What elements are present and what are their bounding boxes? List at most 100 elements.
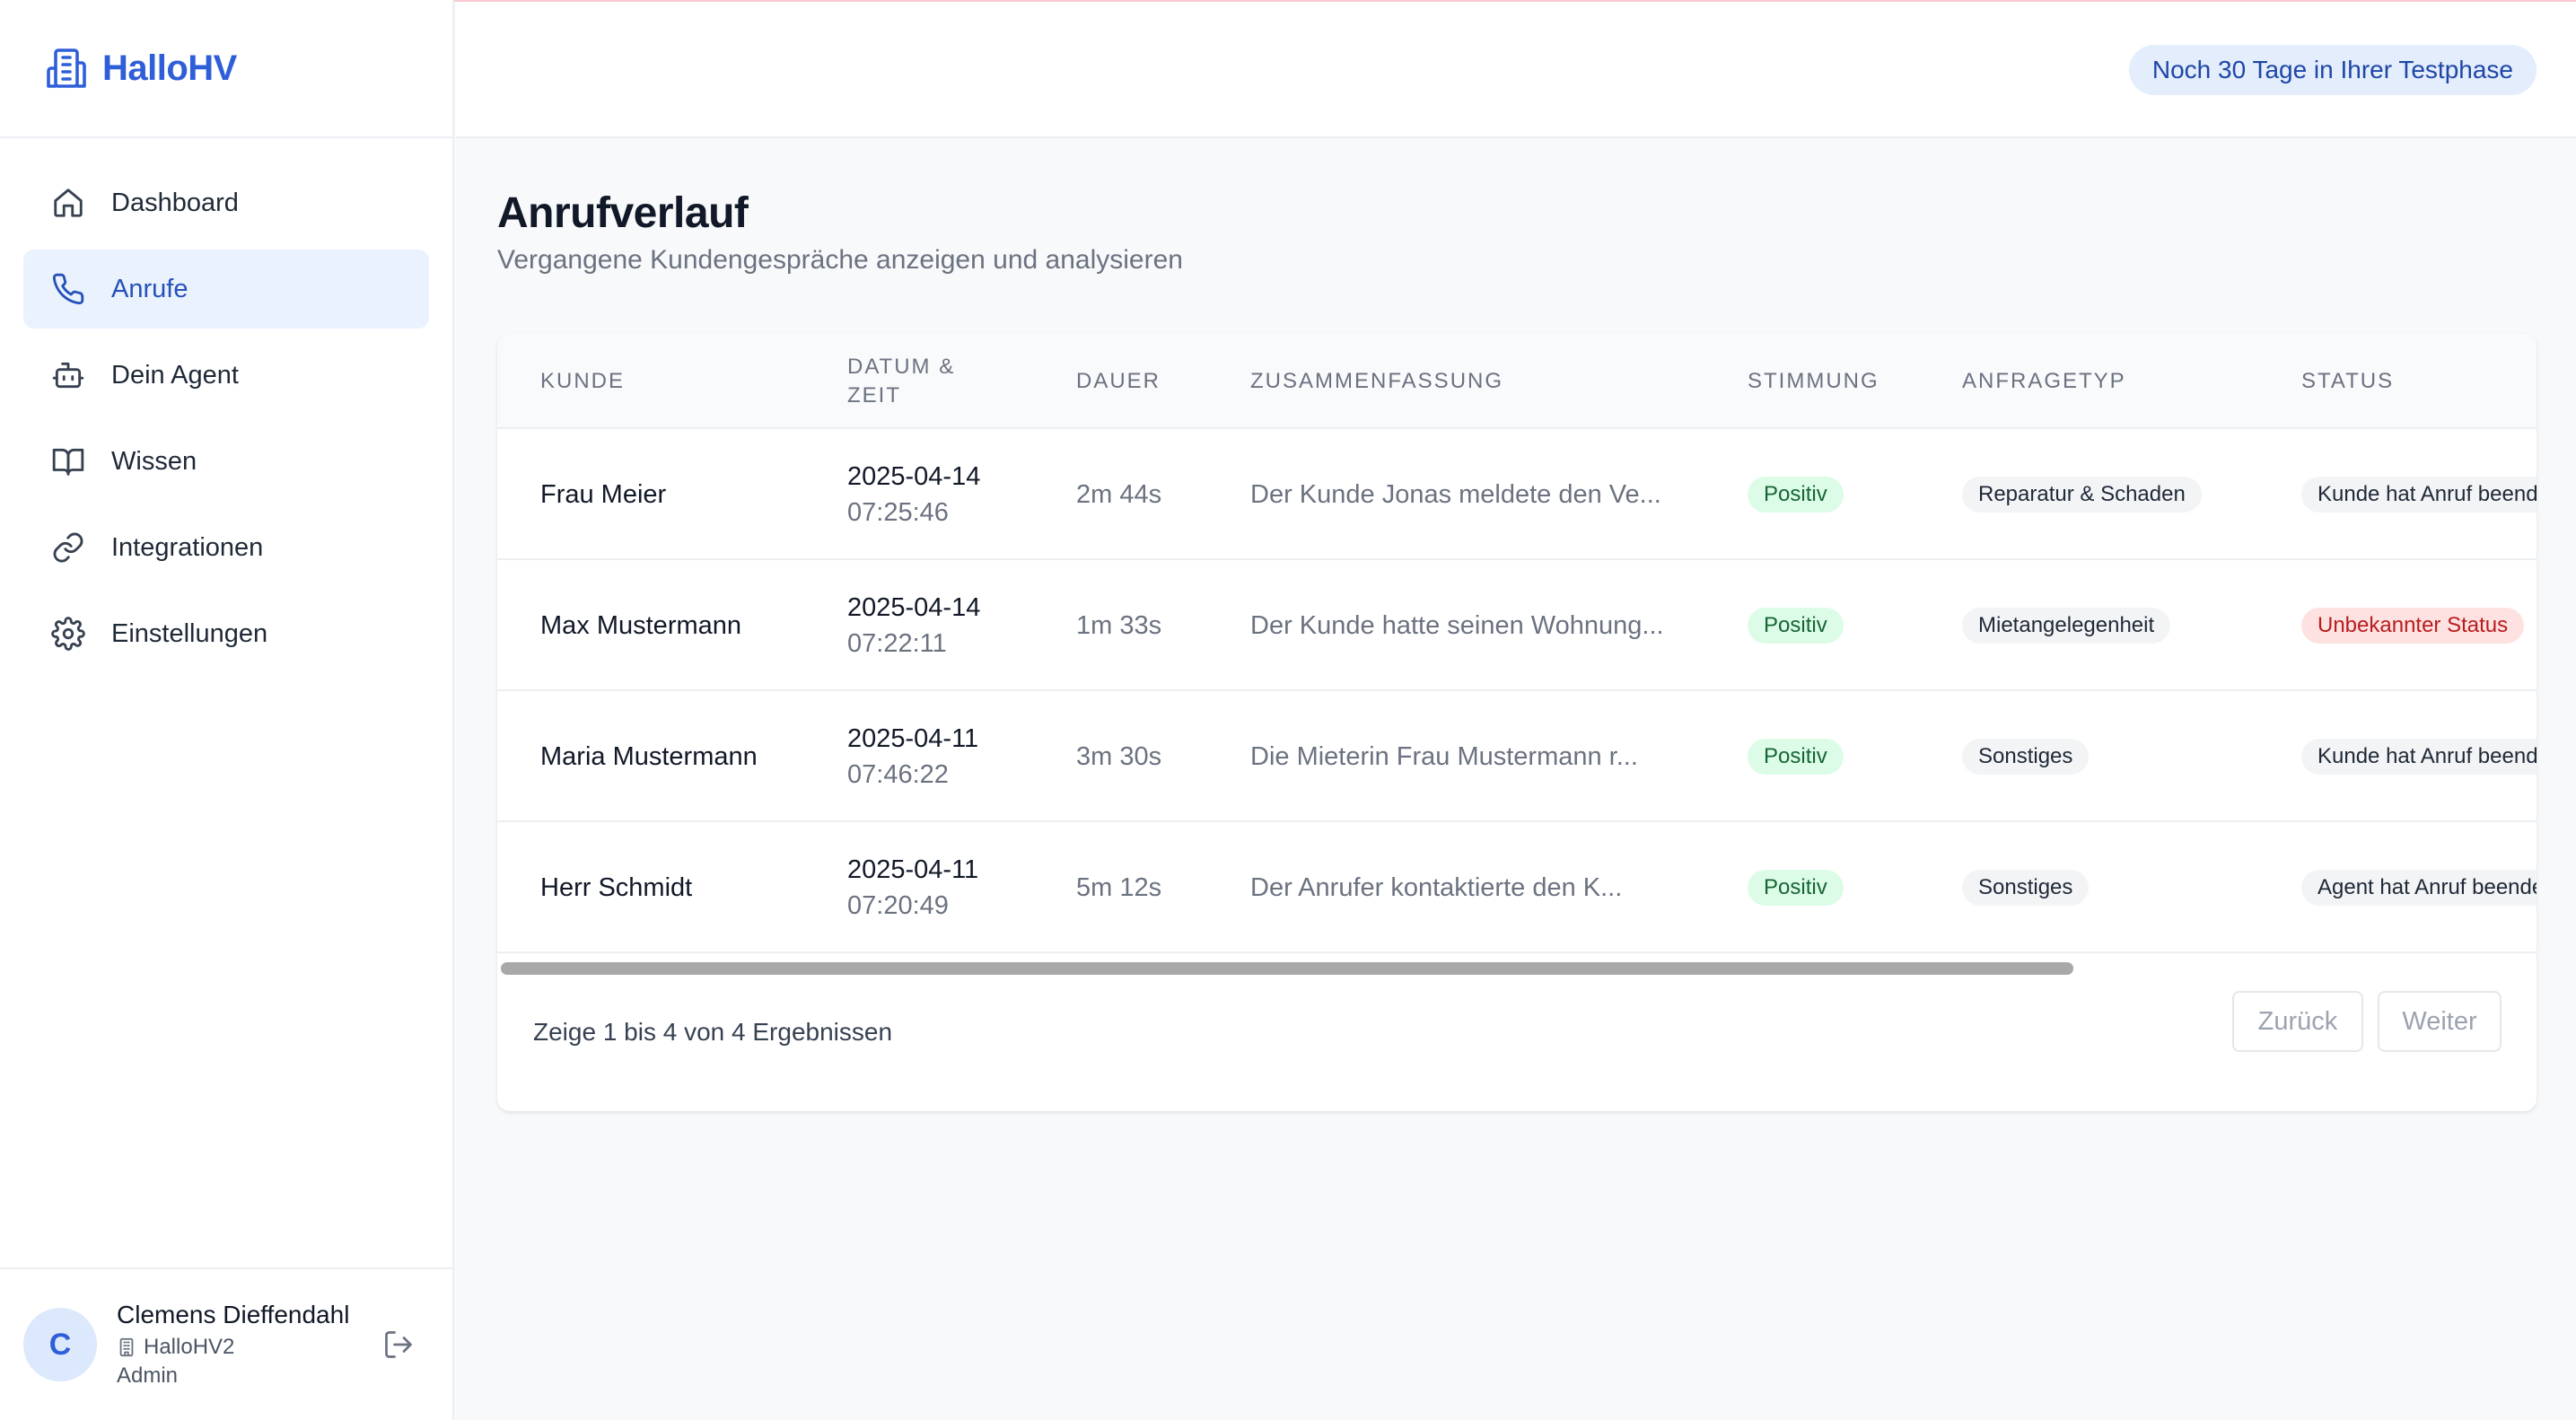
cell-time: 07:22:11 [847, 629, 947, 658]
calls-table-card: KUNDE DATUM & ZEIT DAUER ZUSAMMENFASSUNG… [497, 334, 2537, 1111]
status-badge: Agent hat Anruf beendet [2301, 870, 2537, 906]
cell-date: 2025-04-11 [847, 724, 979, 753]
cell-time: 07:46:22 [847, 760, 949, 789]
trial-badge[interactable]: Noch 30 Tage in Ihrer Testphase [2128, 45, 2537, 95]
user-org-name: HalloHV2 [144, 1335, 235, 1359]
cell-dauer: 5m 12s [1076, 872, 1162, 902]
cell-summary: Der Kunde Jonas meldete den Ve... [1250, 479, 1661, 509]
cell-dauer: 2m 44s [1076, 479, 1162, 509]
sidebar-item-dashboard[interactable]: Dashboard [23, 163, 429, 242]
column-header-datum[interactable]: DATUM & ZEIT [847, 334, 955, 429]
sidebar-item-label: Wissen [111, 446, 197, 476]
cell-time: 07:20:49 [847, 891, 949, 920]
type-badge: Sonstiges [1962, 739, 2090, 775]
user-name: Clemens Dieffendahl [117, 1301, 350, 1328]
cell-status: Unbekannter Status [2301, 560, 2525, 691]
user-org: HalloHV2 [117, 1335, 349, 1360]
sidebar-nav: Dashboard Anrufe Dein Agent Wissen Integ… [0, 138, 452, 673]
cell-anfragetyp: Reparatur & Schaden [1962, 429, 2202, 560]
building-icon [117, 1337, 136, 1357]
cell-dauer: 3m 30s [1076, 741, 1162, 771]
cell-summary: Der Anrufer kontaktierte den K... [1250, 872, 1623, 902]
sentiment-badge: Positiv [1748, 608, 1844, 644]
results-count: Zeige 1 bis 4 von 4 Ergebnissen [533, 1018, 893, 1046]
column-header-anfragetyp[interactable]: ANFRAGETYP [1962, 334, 2126, 429]
column-header-zusammenfassung[interactable]: ZUSAMMENFASSUNG [1250, 334, 1503, 429]
cell-datum: 2025-04-11 07:20:49 [847, 822, 978, 953]
type-badge: Sonstiges [1962, 870, 2090, 906]
sidebar-item-anrufe[interactable]: Anrufe [23, 250, 429, 329]
sidebar-item-label: Einstellungen [111, 618, 268, 648]
logout-icon[interactable] [382, 1328, 418, 1364]
sidebar-item-label: Integrationen [111, 532, 264, 562]
column-header-dauer[interactable]: DAUER [1076, 334, 1161, 429]
sentiment-badge: Positiv [1748, 477, 1844, 513]
robot-icon [50, 357, 86, 393]
cell-dauer: 1m 33s [1076, 610, 1162, 640]
cell-anfragetyp: Mietangelegenheit [1962, 560, 2171, 691]
status-badge: Kunde hat Anruf beendet [2301, 477, 2537, 513]
cell-stimmung: Positiv [1748, 822, 1844, 953]
cell-status: Agent hat Anruf beendet [2301, 822, 2537, 953]
user-role: Admin [117, 1363, 179, 1388]
phone-icon [50, 271, 86, 307]
table-horizontal-scrollbar[interactable] [497, 953, 2537, 978]
back-button[interactable]: Zurück [2232, 991, 2363, 1052]
sentiment-badge: Positiv [1748, 870, 1844, 906]
scrollbar-thumb[interactable] [501, 962, 2073, 975]
sidebar: HalloHV Dashboard Anrufe Dein Agent Wiss… [0, 0, 454, 1420]
sidebar-item-label: Dein Agent [111, 360, 239, 390]
calls-table: KUNDE DATUM & ZEIT DAUER ZUSAMMENFASSUNG… [497, 334, 2537, 953]
column-header-stimmung[interactable]: STIMMUNG [1748, 334, 1879, 429]
cell-kunde: Max Mustermann [540, 610, 742, 640]
sidebar-item-integrationen[interactable]: Integrationen [23, 508, 429, 587]
cell-date: 2025-04-14 [847, 593, 981, 622]
table-row[interactable]: Frau Meier 2025-04-14 07:25:46 2m 44s De… [497, 429, 2537, 560]
cell-stimmung: Positiv [1748, 691, 1844, 822]
column-header-kunde[interactable]: KUNDE [540, 334, 625, 429]
page-title: Anrufverlauf [497, 189, 749, 237]
status-badge: Unbekannter Status [2301, 608, 2525, 644]
sidebar-item-einstellungen[interactable]: Einstellungen [23, 594, 429, 673]
page-subtitle: Vergangene Kundengespräche anzeigen und … [497, 245, 1183, 275]
cell-status: Kunde hat Anruf beendet [2301, 691, 2537, 822]
table-row[interactable]: Max Mustermann 2025-04-14 07:22:11 1m 33… [497, 560, 2537, 691]
sidebar-item-dein-agent[interactable]: Dein Agent [23, 336, 429, 415]
cell-kunde: Frau Meier [540, 479, 667, 509]
cell-stimmung: Positiv [1748, 429, 1844, 560]
sidebar-item-label: Dashboard [111, 188, 239, 217]
main-content: Anrufverlauf Vergangene Kundengespräche … [497, 138, 2537, 1111]
cell-stimmung: Positiv [1748, 560, 1844, 691]
table-row[interactable]: Herr Schmidt 2025-04-11 07:20:49 5m 12s … [497, 822, 2537, 953]
cell-status: Kunde hat Anruf beendet [2301, 429, 2537, 560]
avatar[interactable]: C [23, 1308, 97, 1381]
home-icon [50, 185, 86, 221]
cell-anfragetyp: Sonstiges [1962, 822, 2090, 953]
user-profile: C Clemens Dieffendahl HalloHV2 Admin [0, 1267, 452, 1420]
brand[interactable]: HalloHV [0, 0, 452, 138]
cell-kunde: Maria Mustermann [540, 741, 758, 771]
top-header: Noch 30 Tage in Ihrer Testphase [456, 2, 2576, 138]
status-badge: Kunde hat Anruf beendet [2301, 739, 2537, 775]
cell-kunde: Herr Schmidt [540, 872, 693, 902]
cell-time: 07:25:46 [847, 498, 949, 527]
table-row[interactable]: Maria Mustermann 2025-04-11 07:46:22 3m … [497, 691, 2537, 822]
cell-datum: 2025-04-14 07:25:46 [847, 429, 980, 560]
cell-datum: 2025-04-14 07:22:11 [847, 560, 980, 691]
gear-icon [50, 616, 86, 652]
sidebar-item-wissen[interactable]: Wissen [23, 422, 429, 501]
brand-name: HalloHV [102, 48, 237, 88]
cell-anfragetyp: Sonstiges [1962, 691, 2090, 822]
cell-summary: Die Mieterin Frau Mustermann r... [1250, 741, 1638, 771]
user-info: Clemens Dieffendahl HalloHV2 Admin [117, 1301, 349, 1389]
next-button[interactable]: Weiter [2378, 991, 2502, 1052]
building-icon [45, 47, 88, 90]
cell-datum: 2025-04-11 07:46:22 [847, 691, 978, 822]
cell-summary: Der Kunde hatte seinen Wohnung... [1250, 610, 1664, 640]
column-header-status[interactable]: STATUS [2301, 334, 2394, 429]
table-header: KUNDE DATUM & ZEIT DAUER ZUSAMMENFASSUNG… [497, 334, 2537, 429]
cell-date: 2025-04-11 [847, 855, 979, 884]
type-badge: Mietangelegenheit [1962, 608, 2171, 644]
link-icon [50, 530, 86, 565]
cell-date: 2025-04-14 [847, 462, 981, 491]
